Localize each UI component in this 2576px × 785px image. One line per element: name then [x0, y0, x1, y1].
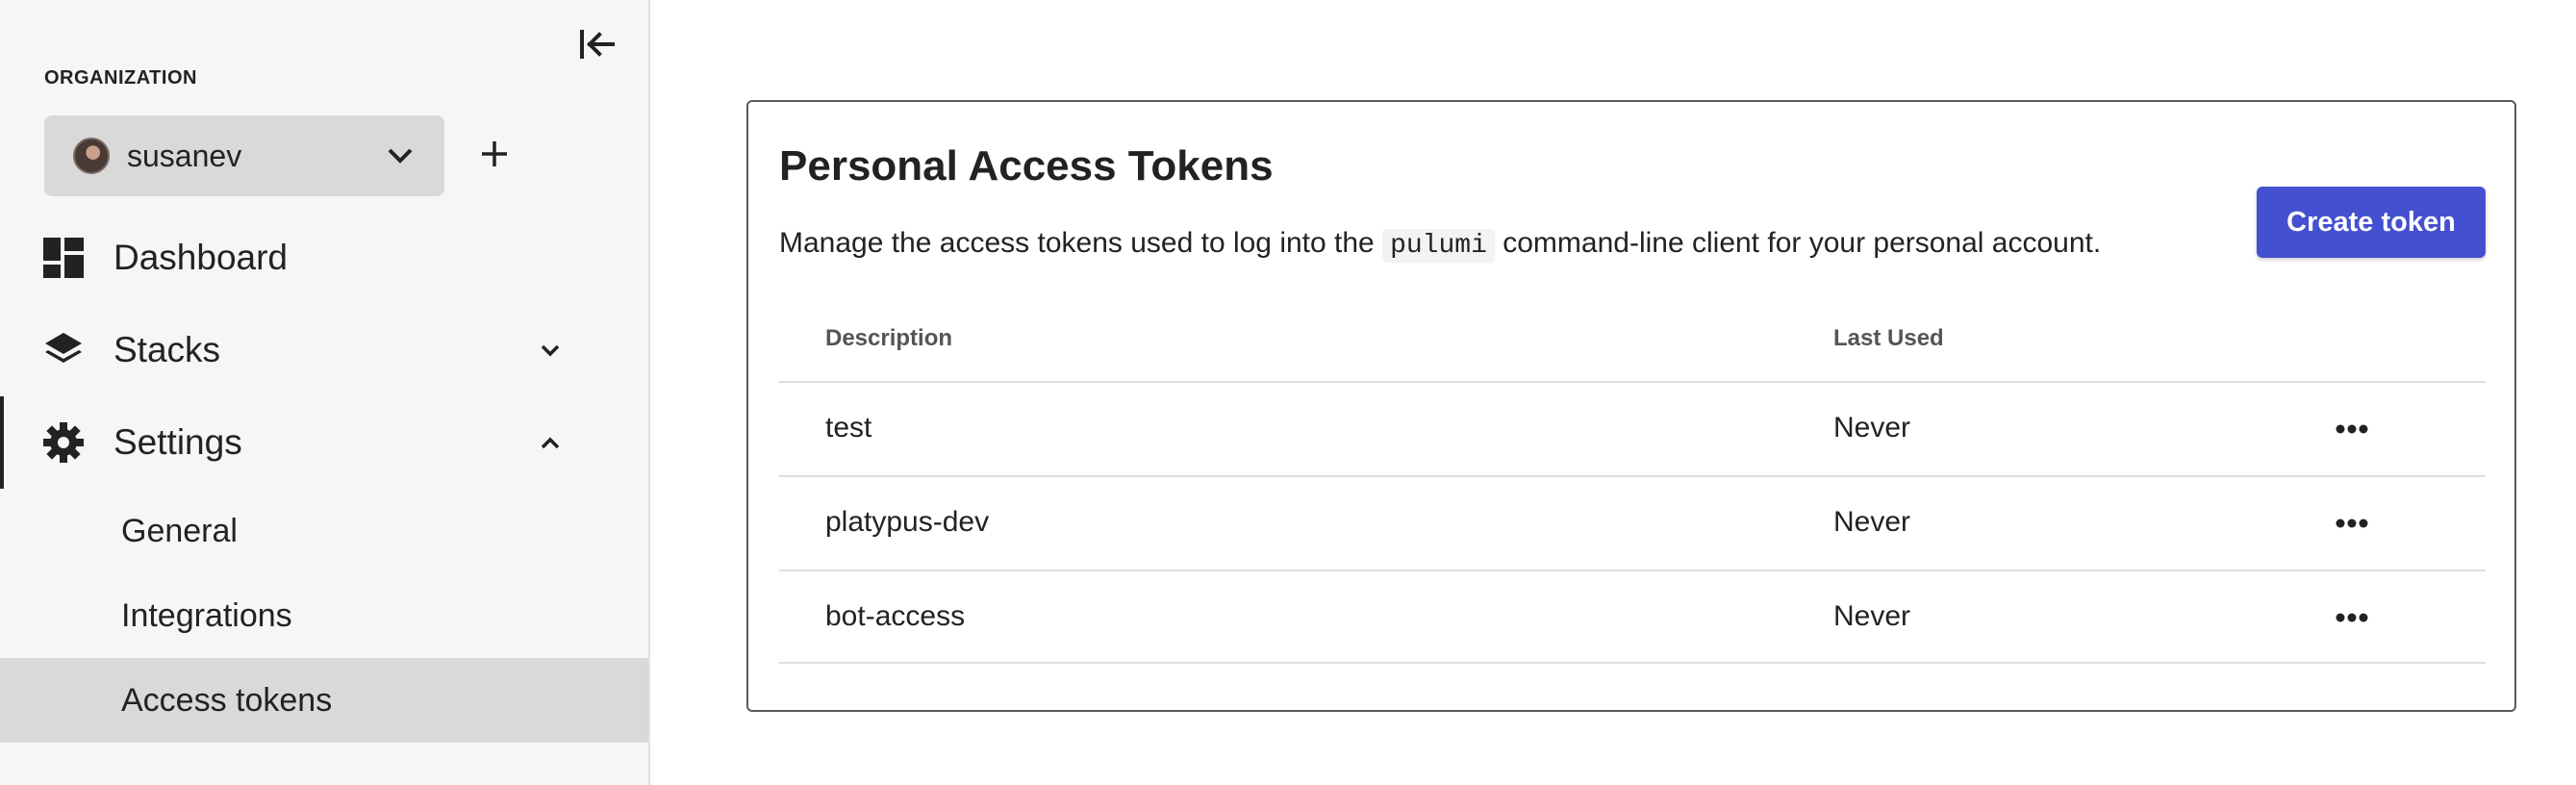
- chevron-down-icon: [535, 335, 566, 366]
- layers-icon: [42, 329, 85, 371]
- collapse-left-icon: [580, 30, 615, 59]
- description-text-start: Manage the access tokens used to log int…: [779, 227, 1383, 259]
- user-avatar: [73, 138, 110, 174]
- sidebar-item-label: Access tokens: [121, 681, 333, 719]
- row-actions-button[interactable]: [2330, 410, 2374, 448]
- token-last-used: Never: [1833, 412, 1911, 443]
- pulumi-code: pulumi: [1382, 229, 1495, 263]
- column-header-last-used: Last Used: [1833, 325, 1944, 351]
- nav-item-dashboard[interactable]: Dashboard: [0, 212, 648, 304]
- app-root: ORGANIZATION susanev Dashboard Stacks Se…: [0, 0, 2576, 785]
- chevron-down-icon: [381, 137, 419, 175]
- table-row: test Never: [779, 381, 2486, 475]
- nav-label-stacks: Stacks: [114, 330, 221, 369]
- token-description: test: [825, 412, 872, 443]
- add-organization-button[interactable]: [471, 131, 518, 177]
- dashboard-icon: [42, 237, 85, 279]
- more-horizontal-icon: [2336, 613, 2368, 622]
- token-last-used: Never: [1833, 506, 1911, 538]
- sidebar-item-general[interactable]: General: [0, 489, 648, 573]
- organization-label: ORGANIZATION: [44, 67, 197, 89]
- organization-select[interactable]: susanev: [44, 115, 444, 196]
- organization-name: susanev: [127, 138, 242, 173]
- row-actions-button[interactable]: [2330, 504, 2374, 543]
- sidebar-item-access-tokens[interactable]: Access tokens: [0, 658, 648, 743]
- more-horizontal-icon: [2336, 519, 2368, 528]
- nav-item-settings[interactable]: Settings: [0, 396, 648, 489]
- create-token-button[interactable]: Create token: [2257, 187, 2486, 258]
- column-header-description: Description: [825, 325, 953, 351]
- gear-icon: [42, 421, 85, 464]
- nav-label-settings: Settings: [114, 422, 242, 462]
- nav-label-dashboard: Dashboard: [114, 238, 289, 277]
- row-actions-button[interactable]: [2330, 598, 2374, 637]
- sidebar-item-integrations[interactable]: Integrations: [0, 573, 648, 658]
- sidebar-item-label: General: [121, 512, 238, 549]
- plus-icon: [482, 141, 507, 166]
- collapse-sidebar-button[interactable]: [573, 21, 619, 67]
- nav-item-stacks[interactable]: Stacks: [0, 304, 648, 396]
- tokens-table: Description Last Used test Never platypu…: [779, 325, 2486, 664]
- token-description: bot-access: [825, 600, 966, 632]
- sidebar: ORGANIZATION susanev Dashboard Stacks Se…: [0, 0, 650, 785]
- description-text-end: command-line client for your personal ac…: [1494, 227, 2102, 259]
- page-description: Manage the access tokens used to log int…: [779, 227, 2102, 263]
- token-description: platypus-dev: [825, 506, 990, 538]
- page-title: Personal Access Tokens: [779, 142, 1274, 190]
- more-horizontal-icon: [2336, 424, 2368, 434]
- table-row: bot-access Never: [779, 570, 2486, 664]
- sidebar-item-label: Integrations: [121, 596, 292, 634]
- table-row: platypus-dev Never: [779, 475, 2486, 570]
- access-tokens-card: Personal Access Tokens Manage the access…: [746, 100, 2516, 712]
- token-last-used: Never: [1833, 600, 1911, 632]
- chevron-up-icon: [535, 427, 566, 458]
